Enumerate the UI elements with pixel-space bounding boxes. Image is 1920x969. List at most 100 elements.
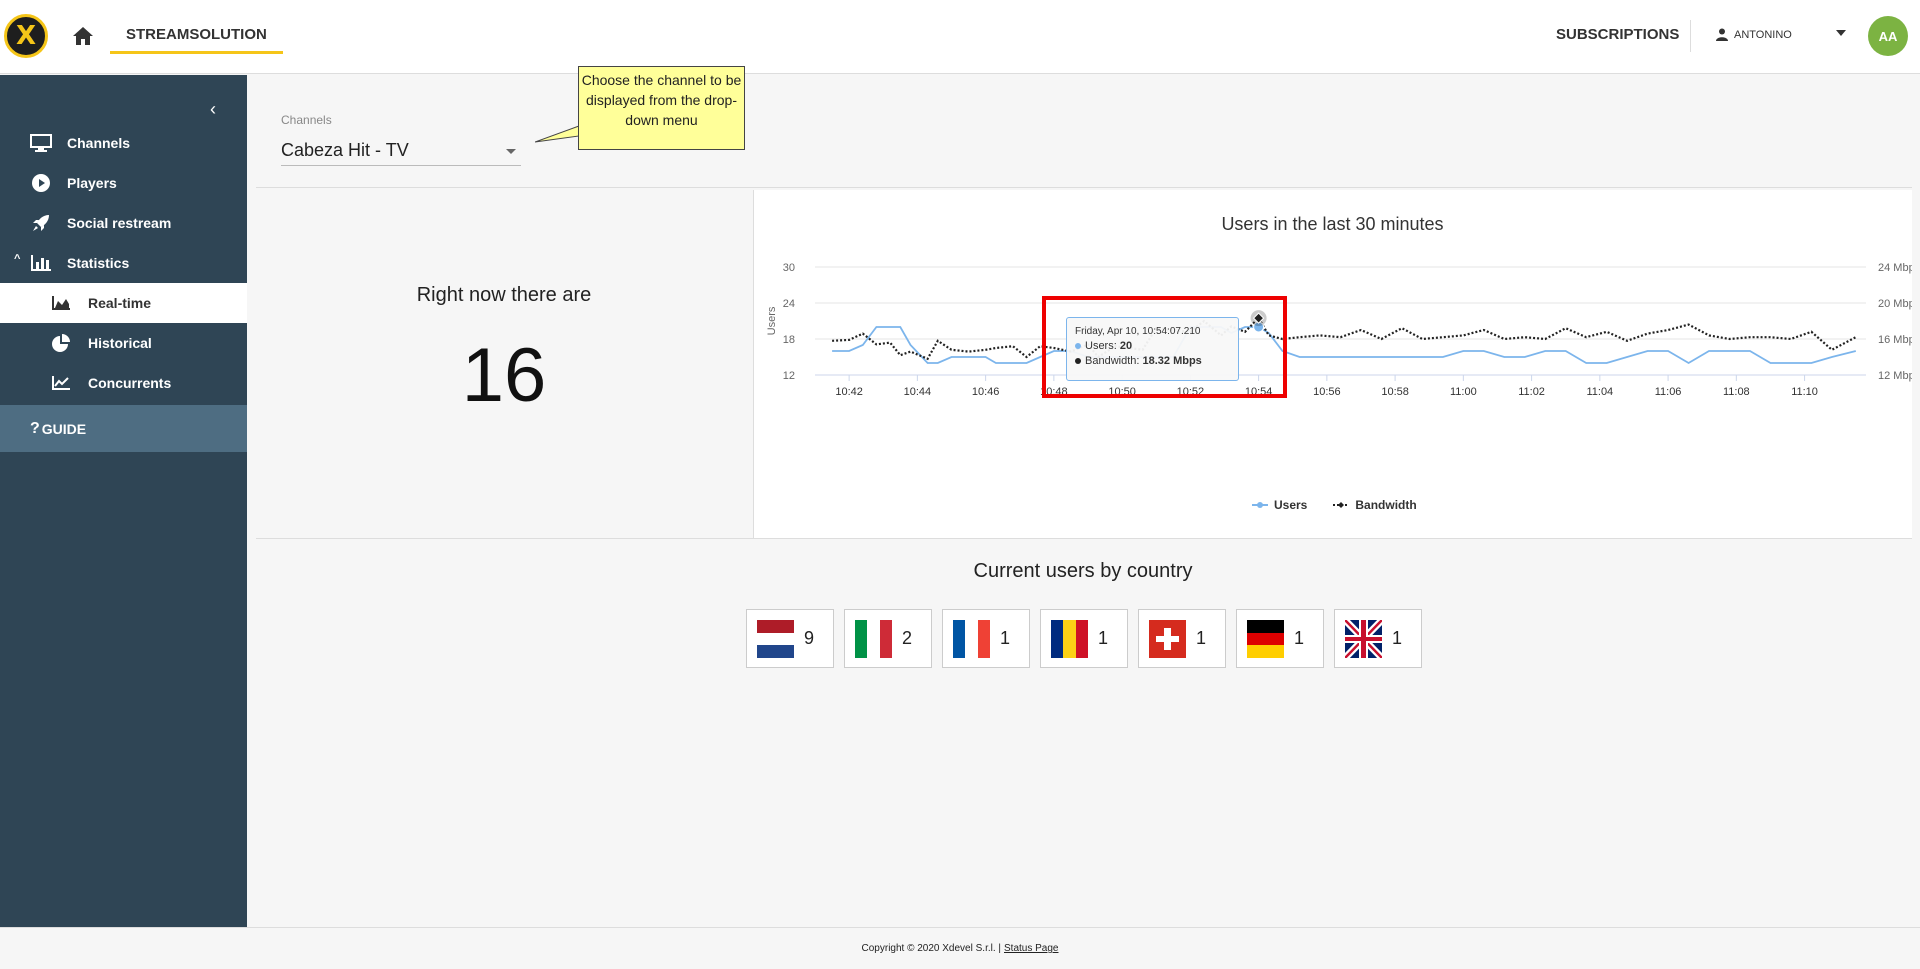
x-tick-label: 10:58 — [1381, 386, 1409, 398]
sidebar-item-label: Players — [67, 175, 117, 191]
country-item-switzerland: 1 — [1138, 609, 1226, 668]
country-count: 2 — [902, 628, 913, 648]
sidebar-item-label: Historical — [88, 335, 152, 351]
sidebar-item-statistics[interactable]: ^ Statistics — [0, 243, 247, 283]
x-tick-label: 10:46 — [972, 386, 1000, 398]
country-count: 1 — [1000, 628, 1011, 648]
x-tick-label: 11:00 — [1450, 386, 1477, 398]
netherlands-flag-icon — [757, 619, 794, 658]
line-chart-icon — [52, 376, 70, 390]
country-count: 1 — [1098, 628, 1109, 648]
users-bandwidth-chart[interactable]: 12 18 24 30 12 Mbps 16 Mbps 20 Mbps 24 Mbps User… — [753, 245, 1912, 495]
countries-title: Current users by country — [973, 560, 1193, 582]
chevron-down-icon[interactable] — [506, 149, 516, 154]
bandwidth-series-icon — [1333, 502, 1350, 508]
section-divider — [256, 538, 1912, 539]
sidebar-item-concurrents[interactable]: Concurrents — [0, 363, 247, 403]
pie-chart-icon — [52, 334, 70, 352]
country-item-romania: 1 — [1040, 609, 1128, 668]
rocket-icon — [33, 215, 49, 231]
y-tick-label: 18 — [783, 334, 795, 346]
country-count: 1 — [1392, 628, 1403, 648]
channels-label: Channels — [281, 113, 332, 127]
help-callout: Choose the channel to be displayed from … — [578, 66, 745, 150]
x-tick-label: 10:44 — [904, 386, 932, 398]
x-tick-label: 11:04 — [1586, 386, 1613, 398]
bar-chart-icon — [31, 255, 51, 271]
switzerland-flag-icon — [1149, 619, 1186, 658]
user-name: ANTONINO — [1734, 28, 1792, 41]
sidebar-item-historical[interactable]: Historical — [0, 323, 247, 363]
top-bar: X STREAMSOLUTION SUBSCRIPTIONS ANTONINO … — [0, 0, 1920, 74]
user-dropdown-icon[interactable] — [1836, 30, 1846, 36]
country-count: 1 — [1196, 628, 1207, 648]
country-count: 1 — [1294, 628, 1305, 648]
legend-users-label: Users — [1274, 498, 1308, 512]
y-tick-label: 30 — [783, 262, 795, 274]
y2-tick-label: 24 Mbps — [1878, 262, 1912, 274]
avatar[interactable]: AA — [1868, 16, 1908, 56]
current-users-label: Right now there are — [416, 284, 592, 306]
monitor-icon — [30, 134, 52, 152]
x-tick-label: 11:10 — [1791, 386, 1818, 398]
sidebar-item-real-time[interactable]: Real-time — [0, 283, 247, 323]
country-item-italy: 2 — [844, 609, 932, 668]
sidebar-item-label: Social restream — [67, 215, 172, 231]
section-divider — [256, 187, 1912, 188]
sidebar-item-label: Real-time — [88, 295, 152, 311]
home-icon[interactable] — [72, 26, 94, 46]
italy-flag-icon — [855, 619, 892, 658]
users-series-icon — [1252, 502, 1268, 508]
sidebar-item-label: Channels — [67, 135, 131, 151]
chart-title: Users in the last 30 minutes — [1221, 214, 1444, 234]
x-tick-label: 11:06 — [1655, 386, 1682, 398]
germany-flag-icon — [1247, 619, 1284, 658]
sidebar-item-social-restream[interactable]: Social restream — [0, 203, 247, 243]
legend-item-users[interactable]: Users — [1252, 498, 1307, 512]
subscriptions-link[interactable]: SUBSCRIPTIONS — [1556, 26, 1679, 43]
sidebar-item-channels[interactable]: Channels — [0, 123, 247, 163]
sidebar-item-label: Concurrents — [88, 375, 172, 391]
legend-bandwidth-label: Bandwidth — [1355, 498, 1417, 512]
romania-flag-icon — [1051, 619, 1088, 658]
y-axis-title: Users — [766, 306, 778, 335]
y2-tick-label: 12 Mbps — [1878, 370, 1912, 382]
callout-pointer — [535, 125, 580, 143]
country-count: 9 — [804, 628, 815, 648]
question-icon: ? — [30, 419, 40, 437]
logo-letter: X — [15, 21, 37, 51]
brand-tab[interactable]: STREAMSOLUTION — [110, 22, 283, 54]
copyright-text: Copyright © 2020 Xdevel S.r.l. | — [861, 943, 1001, 954]
country-list: 9 2 1 1 1 1 1 — [746, 609, 1422, 668]
play-circle-icon — [32, 174, 50, 192]
header-divider — [1690, 20, 1691, 52]
sidebar: ‹ Channels Players Social restream ^ Sta… — [0, 75, 247, 927]
legend-item-bandwidth[interactable]: Bandwidth — [1333, 498, 1417, 512]
chevron-up-icon: ^ — [14, 253, 21, 265]
current-users-count: 16 — [461, 333, 547, 418]
user-icon — [1716, 28, 1728, 41]
france-flag-icon — [953, 619, 990, 658]
x-tick-label: 11:02 — [1518, 386, 1545, 398]
x-tick-label: 11:08 — [1723, 386, 1750, 398]
collapse-sidebar-icon[interactable]: ‹ — [210, 99, 216, 120]
chart-legend: Users Bandwidth — [1252, 498, 1417, 512]
app-logo[interactable]: X — [4, 14, 48, 58]
area-chart-icon — [52, 296, 70, 310]
united-kingdom-flag-icon — [1345, 619, 1382, 658]
channel-select[interactable]: Cabeza Hit - TV — [281, 136, 521, 166]
country-item-united-kingdom: 1 — [1334, 609, 1422, 668]
country-item-netherlands: 9 — [746, 609, 834, 668]
sidebar-item-players[interactable]: Players — [0, 163, 247, 203]
sidebar-item-guide[interactable]: ? GUIDE — [0, 405, 247, 452]
country-item-germany: 1 — [1236, 609, 1324, 668]
user-menu[interactable]: ANTONINO — [1716, 28, 1792, 41]
footer: Copyright © 2020 Xdevel S.r.l. | Status … — [0, 927, 1920, 969]
x-tick-label: 10:56 — [1313, 386, 1341, 398]
y2-tick-label: 16 Mbps — [1878, 334, 1912, 346]
status-page-link[interactable]: Status Page — [1004, 943, 1058, 954]
sidebar-item-label: Statistics — [67, 255, 130, 271]
guide-label: GUIDE — [41, 420, 87, 437]
bandwidth-series-line — [832, 316, 1857, 361]
y-tick-label: 24 — [783, 298, 795, 310]
